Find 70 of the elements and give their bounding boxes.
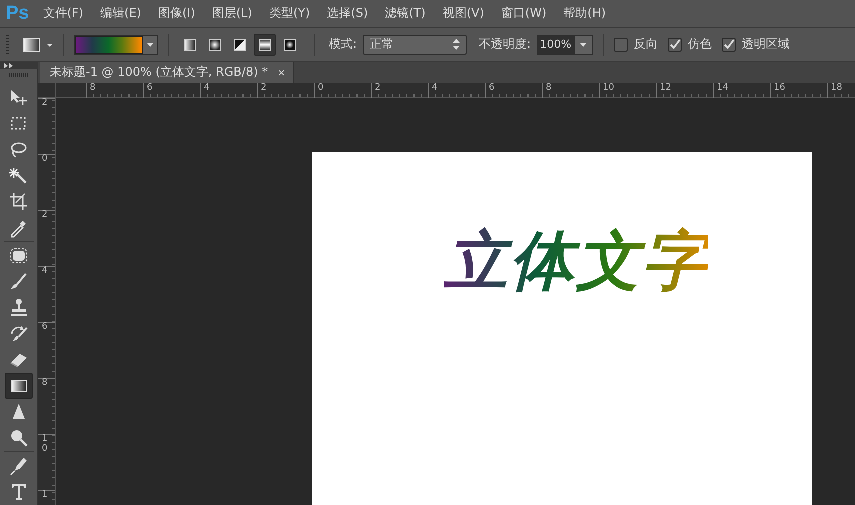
- history-brush-icon: [8, 324, 28, 344]
- menu-item[interactable]: 图层(L): [212, 5, 252, 22]
- reflected-gradient-button[interactable]: [254, 34, 276, 56]
- ruler-number: 6: [489, 83, 495, 94]
- menu-item[interactable]: 滤镜(T): [385, 5, 426, 22]
- pen-icon: [8, 456, 28, 476]
- ruler-number: 4: [432, 83, 438, 94]
- menu-item[interactable]: 图像(I): [158, 5, 196, 22]
- brush-icon: [8, 272, 28, 292]
- caret-icon: [146, 42, 154, 46]
- checkbox-label: 反向: [634, 36, 658, 53]
- document-tab[interactable]: 未标题-1 @ 100% (立体文字, RGB/8) * ×: [40, 62, 294, 83]
- ruler-number: 4: [42, 267, 48, 277]
- menu-item[interactable]: 文件(F): [43, 5, 84, 22]
- mode-label: 模式:: [329, 36, 358, 53]
- checkbox-label: 透明区域: [742, 36, 790, 53]
- diamond-gradient-icon: [284, 38, 296, 50]
- ruler-number: 10: [603, 83, 614, 94]
- ruler-number: 8: [546, 83, 552, 94]
- tool-preset-icon[interactable]: [23, 38, 53, 52]
- updown-icon: [453, 39, 460, 50]
- ruler-number: 1: [42, 491, 48, 501]
- ruler-number: 14: [717, 83, 728, 94]
- ruler-number: 12: [660, 83, 672, 94]
- ruler-number: 2: [42, 99, 48, 109]
- ruler-number: 4: [204, 83, 210, 94]
- menu-item[interactable]: 编辑(E): [100, 5, 142, 22]
- radial-gradient-icon: [209, 38, 221, 50]
- stamp-icon: [8, 298, 28, 318]
- checkbox[interactable]: [722, 38, 736, 52]
- menu-item[interactable]: 帮助(H): [564, 5, 606, 22]
- checkbox[interactable]: [668, 38, 682, 52]
- magic-wand-icon: [8, 166, 28, 186]
- move-tool-icon: [8, 88, 28, 108]
- menu-item[interactable]: 窗口(W): [501, 5, 547, 22]
- eyedropper-icon: [8, 218, 28, 238]
- ruler-number: 0: [42, 155, 48, 165]
- angle-gradient-icon: [234, 38, 246, 50]
- grip-icon: [6, 34, 9, 54]
- mode-dropdown[interactable]: 正常: [363, 34, 468, 54]
- ruler-number: 16: [774, 83, 786, 94]
- menu-item[interactable]: 类型(Y): [269, 5, 310, 22]
- reflected-gradient-icon: [259, 38, 271, 50]
- opacity-label: 不透明度:: [479, 36, 532, 53]
- ruler-number: 8: [90, 83, 96, 94]
- gradient-tool-button[interactable]: [4, 373, 32, 399]
- ruler-number: 2: [375, 83, 381, 94]
- menu-item[interactable]: 视图(V): [442, 5, 484, 22]
- close-tab-button[interactable]: ×: [278, 66, 286, 80]
- gradient-swatch: [75, 36, 143, 54]
- crop-icon: [8, 192, 28, 212]
- dodge-icon: [8, 428, 28, 448]
- ruler-number: 8: [42, 379, 48, 389]
- grip-icon: [8, 73, 28, 78]
- menu-item[interactable]: 选择(S): [327, 5, 368, 22]
- ruler-number: 6: [147, 83, 153, 94]
- checkbox-label: 仿色: [688, 36, 712, 53]
- ruler-number: 2: [42, 211, 48, 221]
- ruler-number: 0: [318, 83, 324, 94]
- app-logo: Ps: [6, 2, 30, 24]
- patch-tool-icon: [8, 246, 28, 266]
- linear-gradient-icon: [184, 38, 196, 50]
- lasso-icon: [8, 140, 28, 160]
- document-title: 未标题-1 @ 100% (立体文字, RGB/8) *: [50, 64, 268, 81]
- ruler-number: 2: [261, 83, 267, 94]
- ruler-number: 6: [42, 323, 48, 333]
- checkbox[interactable]: [614, 38, 628, 52]
- ruler-number: 18: [831, 83, 842, 94]
- gradient-picker[interactable]: [74, 34, 158, 54]
- ruler-number: 10: [42, 435, 48, 455]
